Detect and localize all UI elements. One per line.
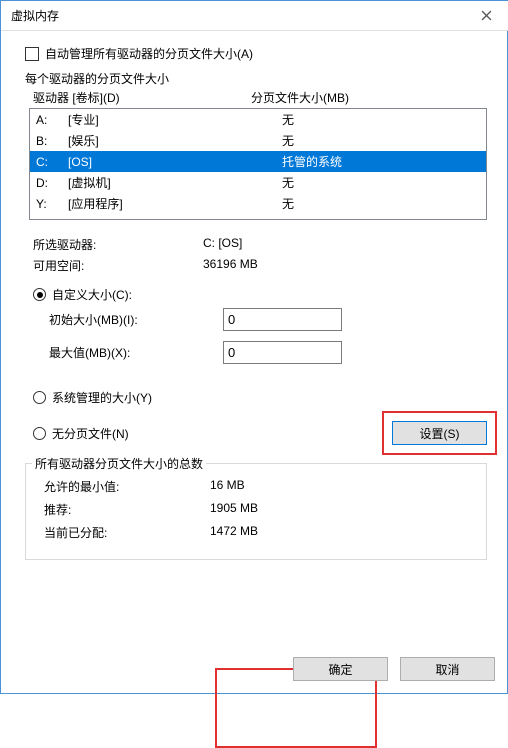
no-paging-label: 无分页文件(N) <box>52 425 129 442</box>
set-button[interactable]: 设置(S) <box>392 421 487 445</box>
system-managed-label: 系统管理的大小(Y) <box>52 389 152 406</box>
selected-drive-value: C: [OS] <box>203 236 242 253</box>
initial-size-input[interactable] <box>223 308 342 331</box>
each-drive-label: 每个驱动器的分页文件大小 <box>25 70 491 87</box>
currently-allocated-label: 当前已分配: <box>44 524 210 541</box>
drive-row[interactable]: Y: [应用程序] 无 <box>30 193 486 214</box>
column-header-drive: 驱动器 [卷标](D) <box>33 89 251 106</box>
min-allowed-label: 允许的最小值: <box>44 478 210 495</box>
initial-size-label: 初始大小(MB)(I): <box>49 311 223 328</box>
titlebar: 虚拟内存 <box>1 1 508 31</box>
max-size-label: 最大值(MB)(X): <box>49 344 223 361</box>
auto-manage-checkbox[interactable] <box>25 47 39 61</box>
ok-button[interactable]: 确定 <box>293 657 388 681</box>
drive-row[interactable]: C: [OS] 托管的系统 <box>30 151 486 172</box>
recommended-value: 1905 MB <box>210 501 258 518</box>
drive-row[interactable]: A: [专业] 无 <box>30 109 486 130</box>
column-header-size: 分页文件大小(MB) <box>251 89 485 106</box>
window-title: 虚拟内存 <box>11 7 463 24</box>
selected-drive-label: 所选驱动器: <box>33 236 203 253</box>
auto-manage-label: 自动管理所有驱动器的分页文件大小(A) <box>45 45 253 62</box>
custom-size-label: 自定义大小(C): <box>52 286 132 303</box>
custom-size-radio[interactable] <box>33 288 46 301</box>
totals-title: 所有驱动器分页文件大小的总数 <box>32 455 206 472</box>
no-paging-radio[interactable] <box>33 427 46 440</box>
totals-groupbox: 所有驱动器分页文件大小的总数 允许的最小值: 16 MB 推荐: 1905 MB… <box>25 463 487 560</box>
close-button[interactable] <box>463 1 508 31</box>
recommended-label: 推荐: <box>44 501 210 518</box>
system-managed-radio[interactable] <box>33 391 46 404</box>
available-space-label: 可用空间: <box>33 257 203 274</box>
currently-allocated-value: 1472 MB <box>210 524 258 541</box>
max-size-input[interactable] <box>223 341 342 364</box>
min-allowed-value: 16 MB <box>210 478 245 495</box>
cancel-button[interactable]: 取消 <box>400 657 495 681</box>
drive-row[interactable]: B: [娱乐] 无 <box>30 130 486 151</box>
drives-listbox[interactable]: A: [专业] 无 B: [娱乐] 无 C: [OS] 托管的系统 D: [虚拟… <box>29 108 487 220</box>
drive-row[interactable]: D: [虚拟机] 无 <box>30 172 486 193</box>
available-space-value: 36196 MB <box>203 257 258 274</box>
